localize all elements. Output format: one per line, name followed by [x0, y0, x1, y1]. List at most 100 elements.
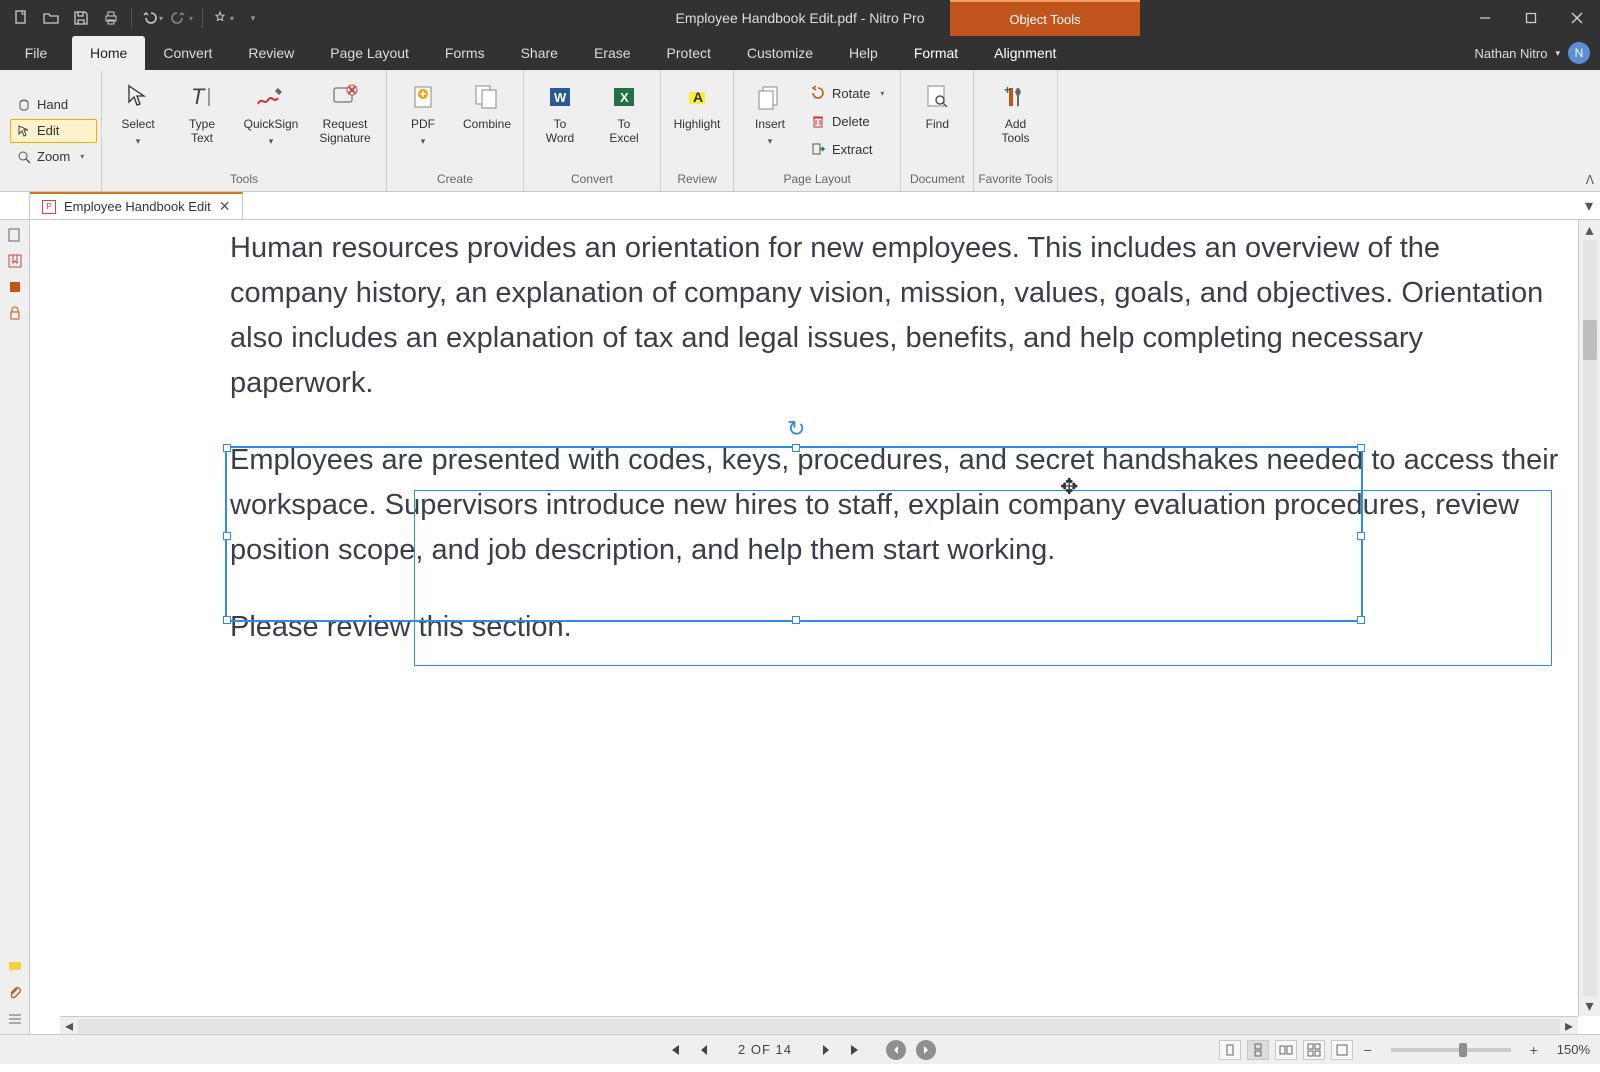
page-indicator: 2 OF 14: [738, 1042, 792, 1057]
view-single-button[interactable]: [1219, 1040, 1241, 1060]
scroll-up-icon[interactable]: ▴: [1579, 220, 1600, 240]
layers-panel-icon[interactable]: [6, 278, 24, 296]
nav-forward-button[interactable]: [916, 1040, 936, 1060]
pages-panel-icon[interactable]: [6, 226, 24, 244]
attachments-panel-icon[interactable]: [6, 984, 24, 1002]
tab-review[interactable]: Review: [230, 36, 312, 70]
print-icon[interactable]: [98, 5, 124, 31]
qat-customize-icon[interactable]: ▾: [210, 5, 236, 31]
resize-handle-ne[interactable]: [1357, 444, 1365, 452]
horizontal-scrollbar[interactable]: ◂ ▸: [60, 1016, 1578, 1034]
tab-customize[interactable]: Customize: [729, 36, 831, 70]
tab-protect[interactable]: Protect: [649, 36, 729, 70]
zoom-out-button[interactable]: −: [1359, 1041, 1377, 1059]
type-text-button[interactable]: TType Text: [170, 74, 234, 166]
zoom-in-button[interactable]: +: [1525, 1041, 1543, 1059]
nav-back-button[interactable]: [886, 1040, 906, 1060]
extract-button[interactable]: Extract: [804, 136, 890, 162]
v-scroll-track[interactable]: [1583, 240, 1597, 996]
paragraph-1: Human resources provides an orientation …: [230, 226, 1560, 406]
status-right: − + 150%: [1219, 1040, 1590, 1060]
tab-page-layout[interactable]: Page Layout: [312, 36, 427, 70]
qat-more-icon[interactable]: ▾: [240, 5, 266, 31]
prev-page-button[interactable]: [694, 1040, 714, 1060]
page-area[interactable]: Human resources provides an orientation …: [30, 220, 1600, 1034]
edit-tool-button[interactable]: Edit: [10, 119, 97, 143]
ribbon-group-document: Find Document: [901, 70, 974, 191]
svg-text:W: W: [554, 90, 567, 105]
scroll-down-icon[interactable]: ▾: [1579, 996, 1600, 1016]
rotate-handle-icon[interactable]: ↻: [787, 416, 805, 442]
view-facing-continuous-button[interactable]: [1303, 1040, 1325, 1060]
quicksign-button[interactable]: QuickSign▾: [234, 74, 308, 166]
comments-panel-icon[interactable]: [6, 958, 24, 976]
resize-handle-w[interactable]: [223, 532, 231, 540]
hand-tool-button[interactable]: Hand: [10, 93, 97, 117]
delete-button[interactable]: Delete: [804, 108, 890, 134]
insert-button[interactable]: Insert▾: [738, 74, 802, 166]
zoom-slider[interactable]: [1391, 1048, 1511, 1052]
svg-text:X: X: [620, 90, 629, 105]
document-tab-row: P Employee Handbook Edit ✕ ▾: [0, 192, 1600, 220]
to-word-button[interactable]: WTo Word: [528, 74, 592, 166]
resize-handle-n[interactable]: [792, 444, 800, 452]
save-icon[interactable]: [68, 5, 94, 31]
user-menu[interactable]: Nathan Nitro ▾ N: [1474, 36, 1590, 70]
resize-handle-nw[interactable]: [223, 444, 231, 452]
tab-list-dropdown[interactable]: ▾: [1578, 192, 1600, 219]
zoom-tool-button[interactable]: Zoom▾: [10, 145, 97, 169]
to-excel-button[interactable]: XTo Excel: [592, 74, 656, 166]
redo-icon[interactable]: ▾: [169, 5, 195, 31]
next-page-button[interactable]: [816, 1040, 836, 1060]
find-button[interactable]: Find: [905, 74, 969, 166]
output-panel-icon[interactable]: [6, 1010, 24, 1028]
last-page-button[interactable]: [846, 1040, 866, 1060]
h-scroll-track[interactable]: [78, 1019, 1560, 1033]
scroll-right-icon[interactable]: ▸: [1560, 1017, 1578, 1035]
undo-icon[interactable]: ▾: [139, 5, 165, 31]
main-area: Human resources provides an orientation …: [0, 220, 1600, 1034]
v-scroll-thumb[interactable]: [1583, 320, 1597, 360]
file-menu[interactable]: File: [0, 36, 72, 70]
view-continuous-button[interactable]: [1247, 1040, 1269, 1060]
status-bar: 2 OF 14 − + 150%: [0, 1034, 1600, 1064]
tab-share[interactable]: Share: [503, 36, 576, 70]
pdf-button[interactable]: PDF▾: [391, 74, 455, 166]
tab-alignment[interactable]: Alignment: [976, 36, 1074, 70]
tab-convert[interactable]: Convert: [145, 36, 230, 70]
select-button[interactable]: ISelect▾: [106, 74, 170, 166]
zoom-slider-knob[interactable]: [1459, 1043, 1467, 1057]
highlight-button[interactable]: AHighlight: [665, 74, 729, 166]
add-tools-button[interactable]: +Add Tools: [984, 74, 1048, 166]
open-icon[interactable]: [38, 5, 64, 31]
tab-help[interactable]: Help: [831, 36, 896, 70]
ribbon-group-review: AHighlight Review: [661, 70, 734, 191]
scroll-left-icon[interactable]: ◂: [60, 1017, 78, 1035]
request-signature-button[interactable]: Request Signature: [308, 74, 382, 166]
view-facing-button[interactable]: [1275, 1040, 1297, 1060]
tab-format[interactable]: Format: [896, 36, 976, 70]
resize-handle-sw[interactable]: [223, 616, 231, 624]
close-tab-icon[interactable]: ✕: [219, 198, 231, 215]
combine-button[interactable]: Combine: [455, 74, 519, 166]
tab-erase[interactable]: Erase: [576, 36, 649, 70]
tab-home[interactable]: Home: [72, 36, 145, 70]
bookmarks-panel-icon[interactable]: [6, 252, 24, 270]
vertical-scrollbar[interactable]: ▴ ▾: [1578, 220, 1600, 1016]
view-fullscreen-button[interactable]: [1331, 1040, 1353, 1060]
document-tab[interactable]: P Employee Handbook Edit ✕: [30, 192, 243, 219]
svg-text:+: +: [1004, 83, 1011, 97]
security-panel-icon[interactable]: [6, 304, 24, 322]
collapse-ribbon-icon[interactable]: ᐱ: [1586, 173, 1594, 187]
maximize-button[interactable]: [1508, 0, 1554, 36]
request-signature-icon: [328, 80, 362, 114]
svg-text:T: T: [191, 84, 206, 109]
first-page-button[interactable]: [664, 1040, 684, 1060]
new-doc-icon[interactable]: [8, 5, 34, 31]
rotate-button[interactable]: Rotate▾: [804, 80, 890, 106]
minimize-button[interactable]: [1462, 0, 1508, 36]
close-button[interactable]: [1554, 0, 1600, 36]
highlight-icon: A: [680, 80, 714, 114]
ribbon-group-favorite: +Add Tools Favorite Tools: [974, 70, 1057, 191]
tab-forms[interactable]: Forms: [427, 36, 503, 70]
